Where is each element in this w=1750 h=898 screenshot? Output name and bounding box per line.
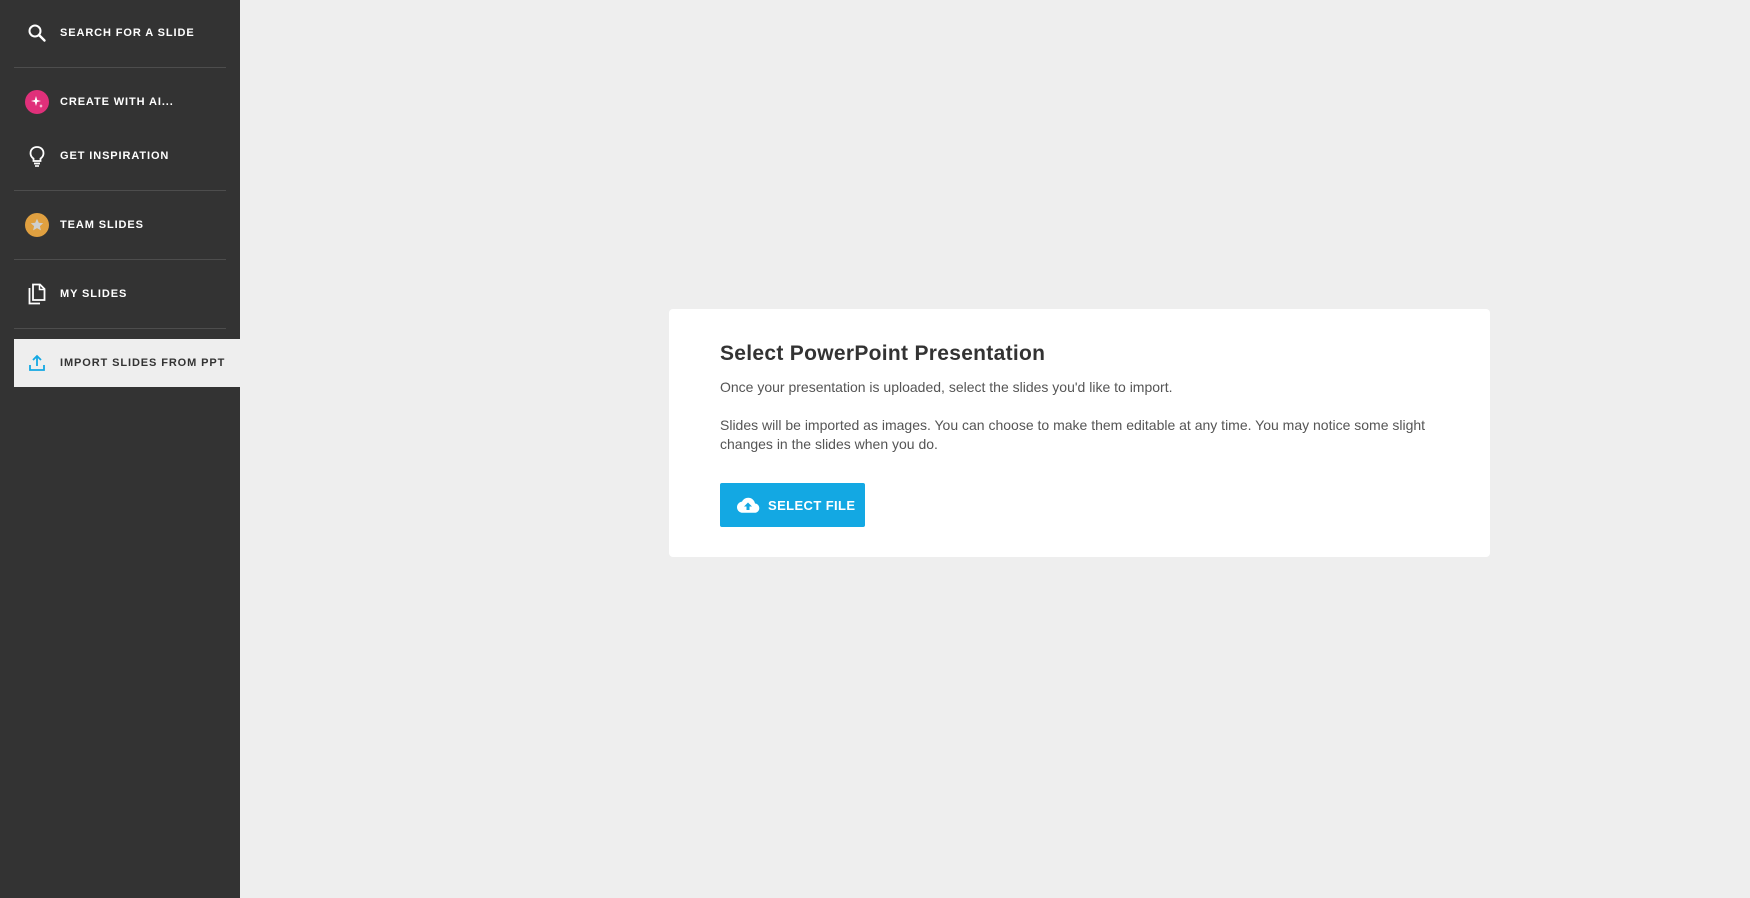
sidebar-item-search[interactable]: SEARCH FOR A SLIDE [14,9,226,57]
sidebar-item-import-slides[interactable]: IMPORT SLIDES FROM PPT [14,339,240,387]
copy-pages-icon [25,282,49,306]
sidebar-item-label: TEAM SLIDES [60,219,144,231]
import-card: Select PowerPoint Presentation Once your… [669,309,1490,557]
card-description: Once your presentation is uploaded, sele… [720,379,1173,395]
sidebar-divider [14,259,226,260]
sidebar-divider [14,328,226,329]
select-file-label: SELECT FILE [768,497,856,513]
app-root: SEARCH FOR A SLIDE CREATE WITH AI... GET… [0,0,1750,898]
sidebar-item-my-slides[interactable]: MY SLIDES [14,270,226,318]
upload-icon [25,351,49,375]
card-title: Select PowerPoint Presentation [720,342,1046,365]
sidebar-item-label: GET INSPIRATION [60,150,170,162]
cloud-upload-icon [736,493,760,517]
sidebar-item-label: MY SLIDES [60,288,128,300]
lightbulb-icon [25,144,49,168]
sidebar-item-team-slides[interactable]: TEAM SLIDES [14,201,226,249]
sidebar-divider [14,67,226,68]
sidebar-item-label: CREATE WITH AI... [60,96,174,108]
sidebar-item-get-inspiration[interactable]: GET INSPIRATION [14,132,226,180]
sidebar-item-create-with-ai[interactable]: CREATE WITH AI... [14,78,226,126]
ai-sparkle-icon [25,90,49,114]
sidebar: SEARCH FOR A SLIDE CREATE WITH AI... GET… [0,0,240,898]
select-file-button[interactable]: SELECT FILE [720,483,865,527]
sidebar-item-label: SEARCH FOR A SLIDE [60,27,195,39]
star-badge-icon [25,213,49,237]
search-icon [25,21,49,45]
card-description-note: Slides will be imported as images. You c… [720,417,1426,452]
sidebar-item-label: IMPORT SLIDES FROM PPT [60,357,226,369]
sidebar-divider [14,190,226,191]
